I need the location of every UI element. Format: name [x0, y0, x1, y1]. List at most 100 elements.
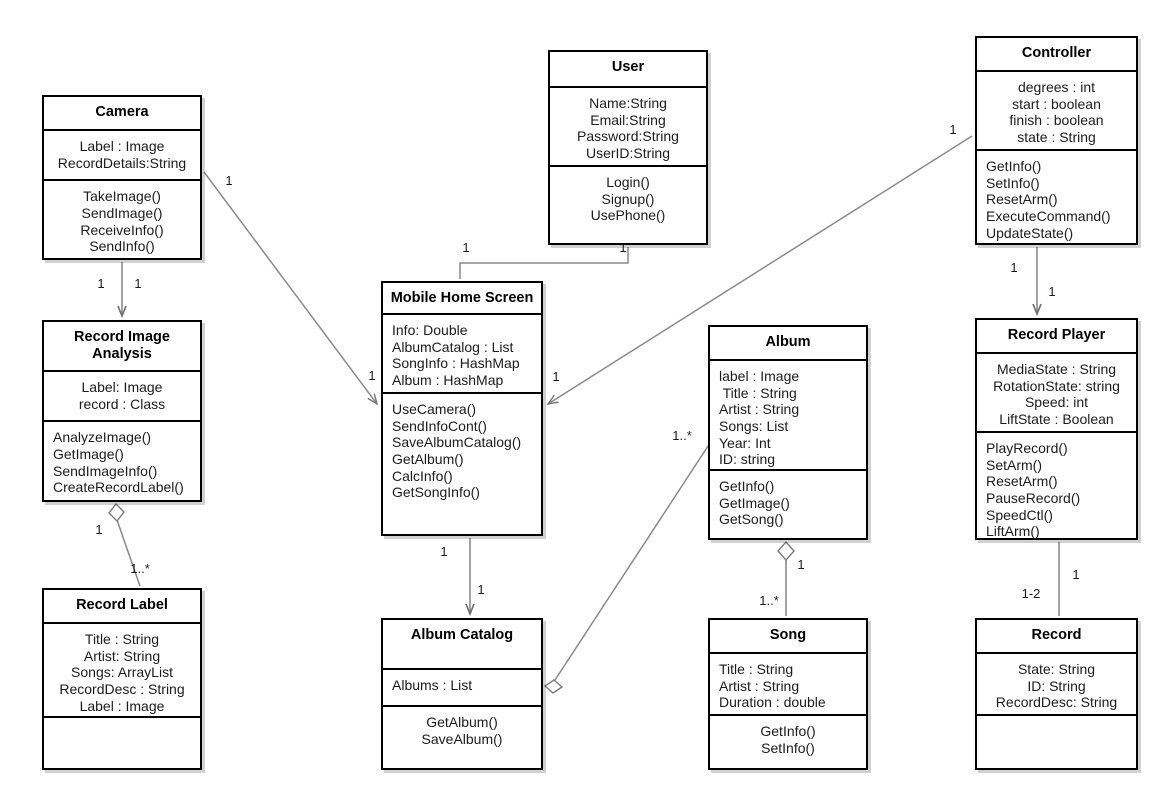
attribute-row: Title : String — [84, 631, 160, 647]
class-box-user[interactable]: User Name:String Email:String Password:Stri… — [548, 50, 708, 245]
class-box-record-player[interactable]: Record Player MediaState : String Rotation… — [975, 318, 1138, 540]
attribute-row: Info: Double — [392, 322, 468, 338]
method-row: ResetArm() — [986, 473, 1058, 490]
edge-album-to-album-catalog: 1 1..* — [536, 428, 713, 694]
method-row: ExecuteCommand() — [986, 207, 1111, 224]
edge-label: 1..* — [130, 561, 150, 576]
class-box-record[interactable]: Record State: String ID: String RecordDesc:… — [975, 618, 1138, 770]
class-name-record-player: Record Player — [977, 320, 1136, 354]
class-box-record-image-analysis[interactable]: Record Image Analysis Label: Image record … — [42, 320, 202, 502]
method-row: SendInfo() — [89, 238, 155, 255]
attribute-row: ID: string — [719, 451, 776, 468]
edge-label: 1 — [462, 240, 469, 255]
method-row: GetSong() — [719, 511, 784, 528]
edge-user-to-mobile-home-screen: 1 1 — [459, 240, 629, 279]
class-attributes-record: State: String ID: String RecordDesc: Strin… — [977, 654, 1136, 716]
edge-label: 1 — [134, 276, 141, 291]
attribute-row: Label : Image — [79, 138, 165, 154]
attribute-row: LiftState : Boolean — [999, 410, 1114, 427]
class-attributes-album-catalog: Albums : List — [383, 670, 541, 707]
method-row: PauseRecord() — [986, 489, 1081, 506]
class-name-camera: Camera — [44, 97, 200, 131]
attribute-row: Speed: int — [1024, 394, 1089, 411]
edge-controller-to-record-player: 1 1 — [1010, 247, 1056, 317]
class-methods-song: GetInfo() SetInfo() — [710, 716, 866, 768]
class-name-controller: Controller — [977, 38, 1136, 72]
class-box-mobile-home-screen[interactable]: Mobile Home Screen Info: Double AlbumCatal… — [381, 281, 543, 536]
class-attributes-record-player: MediaState : String RotationState: string… — [977, 354, 1136, 433]
attribute-row: label : Image — [719, 368, 800, 384]
attribute-row: finish : boolean — [1009, 112, 1104, 129]
method-row: SetInfo() — [986, 174, 1040, 191]
method-row: UpdateState() — [986, 224, 1074, 241]
class-box-song[interactable]: Song Title : String Artist : String Duratio… — [708, 618, 868, 770]
attribute-row: Title : String — [719, 661, 794, 677]
edge-label: 1 — [97, 276, 104, 291]
attribute-row: Label : Image — [79, 697, 165, 714]
class-methods-record-player: PlayRecord() SetArm() ResetArm() PauseRecor… — [977, 433, 1136, 548]
edge-camera-to-mobile-home-screen: 1 1 — [203, 171, 379, 406]
class-box-controller[interactable]: Controller degrees : int start : boolean fi… — [975, 36, 1138, 245]
method-row: GetAlbum() — [392, 450, 464, 467]
attribute-row: Artist : String — [719, 401, 800, 418]
class-box-record-label[interactable]: Record Label Title : String Artist: String… — [42, 588, 202, 770]
edge-label: 1 — [1072, 567, 1079, 582]
class-name-mobile-home-screen: Mobile Home Screen — [383, 283, 541, 315]
edge-label: 1..* — [759, 593, 779, 608]
method-row: TakeImage() — [83, 188, 161, 205]
class-attributes-record-image-analysis: Label: Image record : Class — [44, 372, 200, 423]
class-name-record: Record — [977, 620, 1136, 654]
attribute-row: Name:String — [589, 95, 667, 111]
method-row: GetImage() — [719, 494, 790, 511]
attribute-row: RecordDetails:String — [57, 154, 187, 171]
attribute-row: RecordDesc: String — [995, 694, 1118, 711]
class-name-record-label: Record Label — [44, 590, 200, 624]
method-row: SpeedCtl() — [986, 506, 1053, 523]
attribute-row: state : String — [1017, 128, 1096, 145]
class-name-album: Album — [710, 327, 866, 361]
class-name-song: Song — [710, 620, 866, 654]
attribute-row: Label: Image — [81, 379, 163, 395]
method-row: GetInfo() — [760, 723, 816, 739]
class-methods-record-label — [44, 718, 200, 768]
edge-mobile-home-screen-to-album-catalog: 1 1 — [440, 538, 485, 617]
method-row: Signup() — [601, 190, 655, 207]
class-box-album-catalog[interactable]: Album Catalog Albums : List GetAlbum() Save… — [381, 618, 543, 770]
class-box-camera[interactable]: Camera Label : Image RecordDetails:String T… — [42, 95, 202, 260]
edge-label: 1 — [440, 544, 447, 559]
method-row: LiftArm() — [986, 523, 1040, 540]
class-attributes-camera: Label : Image RecordDetails:String — [44, 131, 200, 182]
method-row: GetAlbum() — [426, 714, 498, 730]
class-attributes-user: Name:String Email:String Password:String Us… — [550, 88, 706, 167]
class-methods-user: Login() Signup() UsePhone() — [550, 167, 706, 243]
method-row: SetArm() — [986, 456, 1042, 473]
attribute-row: AlbumCatalog : List — [392, 338, 514, 355]
method-row: SendImage() — [81, 204, 163, 221]
attribute-row: Year: Int — [719, 434, 771, 451]
method-row: SaveAlbum() — [421, 730, 503, 747]
edge-label: 1 — [949, 122, 956, 137]
method-row: SendImageInfo() — [53, 462, 158, 479]
method-row: GetSongInfo() — [392, 484, 480, 501]
edge-label: 1 — [1010, 260, 1017, 275]
attribute-row: UserID:String — [585, 144, 671, 161]
attribute-row: start : boolean — [1012, 95, 1101, 112]
attribute-row: State: String — [1017, 661, 1096, 677]
edge-camera-to-record-image-analysis: 1 1 — [97, 262, 142, 319]
method-row: UseCamera() — [392, 401, 477, 417]
attribute-row: degrees : int — [1017, 79, 1096, 95]
class-methods-record — [977, 716, 1136, 768]
class-methods-camera: TakeImage() SendImage() ReceiveInfo() SendI… — [44, 181, 200, 263]
attribute-row: Email:String — [590, 111, 666, 128]
edge-album-to-song: 1 1..* — [759, 540, 805, 616]
attribute-row: Title : String — [719, 384, 797, 401]
edge-label: 1..* — [672, 428, 692, 443]
method-row: GetInfo() — [986, 158, 1042, 174]
attribute-row: Artist : String — [719, 677, 800, 694]
attribute-row: ID: String — [1027, 677, 1086, 694]
method-row: GetImage() — [53, 445, 124, 462]
class-box-album[interactable]: Album label : Image Title : String Artist … — [708, 325, 868, 540]
attribute-row: RecordDesc : String — [59, 680, 185, 697]
method-row: ReceiveInfo() — [80, 221, 164, 238]
method-row: SaveAlbumCatalog() — [392, 434, 522, 451]
